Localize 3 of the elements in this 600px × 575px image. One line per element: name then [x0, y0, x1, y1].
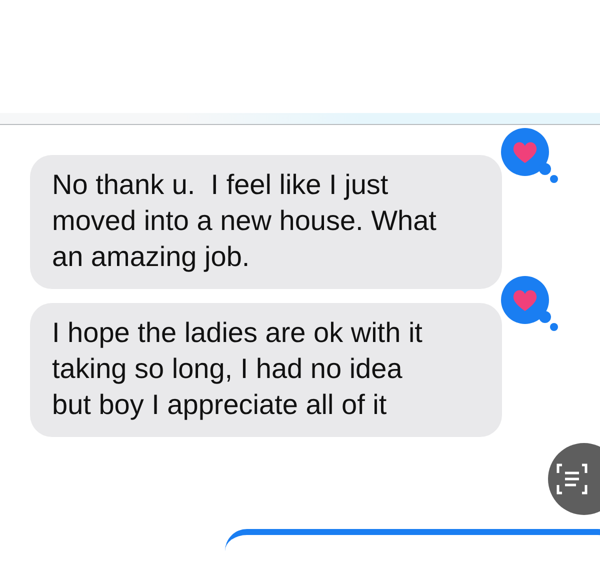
message-bubble: No thank u. I feel like I just moved into a new house. What an amazing job. — [30, 155, 502, 289]
text-scan-button[interactable] — [548, 443, 600, 515]
message-bubble: I hope the ladies are ok with it taking so long, I had no idea but boy I appreciate all of it — [30, 303, 502, 437]
